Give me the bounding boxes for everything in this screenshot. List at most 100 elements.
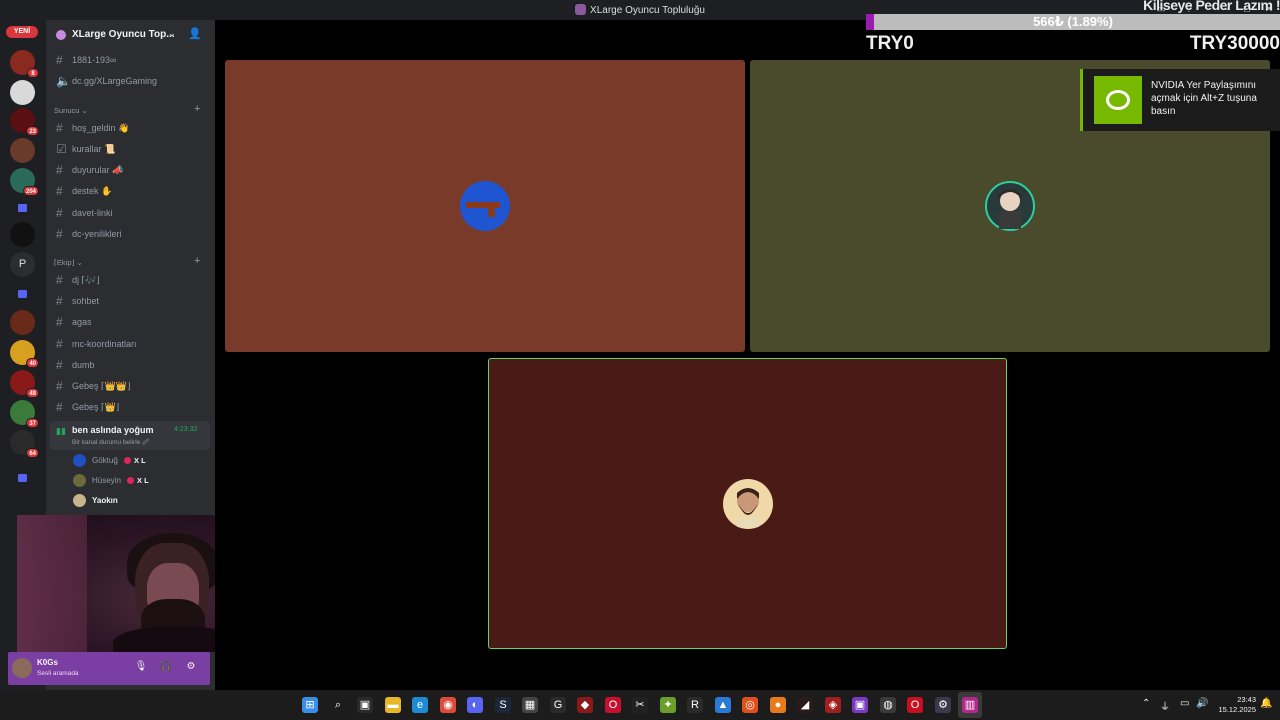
edge-icon[interactable]: e (412, 697, 428, 713)
channel-duyurular[interactable]: # duyurular 📣 (52, 161, 210, 180)
channel-dj[interactable]: # dj ⌈🎶⌋ (52, 271, 210, 290)
channel-davet-linki[interactable]: # davet-linki (52, 204, 210, 223)
clock-time: 23:43 (1237, 695, 1256, 704)
server-icon-server-5[interactable]: 204 (10, 168, 39, 196)
headphone-icon[interactable]: 🎧 (159, 660, 173, 674)
webcam-curtain (17, 515, 87, 652)
category-sunucu[interactable]: Sunucu ⌄ (54, 106, 88, 115)
settings-icon[interactable]: ⚙ (935, 697, 951, 713)
app-red-icon[interactable]: ◆ (577, 697, 593, 713)
firefox-icon[interactable]: ● (770, 697, 786, 713)
notification-icon[interactable]: 🔔 (1260, 698, 1272, 709)
new-badge[interactable]: YENİ (6, 26, 38, 38)
app-blue-icon[interactable]: ▲ (715, 697, 731, 713)
app-shield-icon[interactable]: ◈ (825, 697, 841, 713)
channel-kurallar[interactable]: ☑ kurallar 📜 (52, 140, 210, 159)
settings-gear-icon[interactable]: ⚙ (184, 660, 198, 674)
guild-tag: X L (127, 476, 149, 485)
server-icon-server-10[interactable]: 37 (10, 400, 39, 428)
voice-channel-active[interactable]: ▮▮ ben aslında yoğum 4:23:32 Bir kanal d… (50, 421, 210, 450)
voice-user-yakin[interactable]: Yaokın (73, 492, 209, 508)
app-g-icon[interactable]: G (550, 697, 566, 713)
app-green-icon[interactable]: ✦ (660, 697, 676, 713)
server-icon-server-8[interactable]: 40 (10, 340, 39, 368)
app-active-icon[interactable]: ▥ (962, 697, 978, 713)
channel-hos-geldin[interactable]: # hoş_geldin 👋 (52, 119, 210, 138)
hash-icon: # (56, 273, 63, 287)
voice-user-huseyin[interactable]: Hüseyin X L (73, 472, 209, 488)
chrome-icon[interactable]: ◉ (440, 697, 456, 713)
server-icon-server-9[interactable]: 48 (10, 370, 39, 398)
add-channel-icon[interactable]: + (194, 103, 200, 115)
nvidia-overlay-toast[interactable]: NVIDIA Yer Paylaşımını açmak için Alt+Z … (1080, 69, 1280, 131)
server-header[interactable]: XLarge Oyuncu Top... ⌄ 👤 (46, 20, 215, 50)
user-panel: K0Gs Sesli aramada 🎙 🎧 ⚙ (8, 652, 210, 685)
channel-label: duyurular 📣 (72, 165, 124, 175)
chevron-down-icon[interactable]: ⌄ (168, 28, 176, 39)
file-explorer-icon[interactable]: ▬ (385, 697, 401, 713)
voice-channel-status[interactable]: Bir kanal durumu belirle 🖉 (72, 438, 149, 449)
taskbar-clock[interactable]: 23:43 15.12.2025 (1212, 695, 1256, 715)
server-icon-server-6[interactable] (10, 222, 35, 247)
channel-dc-yenilikleri[interactable]: # dc-yenilikleri (52, 225, 210, 244)
server-icon-server-3[interactable]: 23 (10, 108, 39, 136)
steam-icon[interactable]: S (495, 697, 511, 713)
server-icon-server-4[interactable] (10, 138, 35, 163)
channel-sohbet[interactable]: # sohbet (52, 292, 210, 311)
app-qr-icon[interactable]: ▦ (522, 697, 538, 713)
app-r-icon[interactable]: R (687, 697, 703, 713)
channel-mc-koordinatlari[interactable]: # mc-koordinatları (52, 335, 210, 354)
server-icon-server-p[interactable]: P (10, 252, 35, 277)
channel-label: destek ✋ (72, 186, 113, 196)
app-opera-gx-icon[interactable]: O (907, 697, 923, 713)
guild-tag-text: X L (137, 476, 149, 485)
search-icon[interactable]: ⌕ (330, 697, 346, 713)
channel-1881[interactable]: #1881-193∞ (52, 51, 210, 70)
server-icon-server-11[interactable]: 64 (10, 430, 39, 458)
app-purple-icon[interactable]: ▣ (852, 697, 868, 713)
app-opera-icon[interactable]: O (605, 697, 621, 713)
task-view-icon[interactable]: ▣ (357, 697, 373, 713)
channel-label: kurallar 📜 (72, 144, 116, 154)
voice-channel-name: ben aslında yoğum (72, 425, 154, 435)
invite-icon[interactable]: 👤 (188, 27, 202, 40)
voice-user-name: Yaokın (92, 496, 118, 505)
server-icon-folder-2[interactable] (10, 282, 35, 307)
participant-tile-yakin[interactable] (488, 358, 1007, 649)
server-icon-server-7[interactable] (10, 310, 35, 335)
usb-icon[interactable]: ⏚ (1160, 698, 1170, 713)
volume-icon[interactable]: 🔊 (1196, 698, 1208, 709)
avatar (73, 474, 86, 487)
tray-chevron-icon[interactable]: ⌃ (1142, 698, 1150, 709)
screen: XLarge Oyuncu Topluluğu ▭ ? – □ ✕ YENİ 8… (0, 0, 1280, 720)
user-avatar[interactable] (12, 658, 32, 678)
server-icon-server-2[interactable] (10, 80, 35, 105)
channel-agas[interactable]: # agas (52, 313, 210, 332)
app-orange-icon[interactable]: ◎ (742, 697, 758, 713)
category-ekip[interactable]: ⌈Ekip⌋ ⌄ (54, 258, 83, 267)
discord-icon[interactable]: ◐ (467, 697, 483, 713)
channel-dumb[interactable]: # dumb (52, 356, 210, 375)
server-icon-server-1[interactable]: 8 (10, 50, 39, 78)
server-icon-folder-1[interactable] (10, 196, 35, 221)
microphone-icon[interactable]: 🎙 (134, 660, 148, 674)
user-name[interactable]: K0Gs (37, 658, 58, 667)
start-icon[interactable]: ⊞ (302, 697, 318, 713)
mention-badge: 23 (26, 126, 39, 136)
participant-tile-goktug[interactable] (225, 60, 745, 352)
add-channel-icon[interactable]: + (194, 255, 200, 267)
channel-gebes-1[interactable]: # Gebeş ⌈👑👑⌋ (52, 377, 210, 396)
donation-goal-title: Kiliseye Peder Lazım ! (1143, 0, 1280, 13)
hash-icon: # (56, 184, 63, 198)
voice-user-goktug[interactable]: Göktuğ X L (73, 452, 209, 468)
server-name: XLarge Oyuncu Top... (72, 29, 175, 40)
server-icon-folder-3[interactable] (10, 466, 35, 491)
voice-user-name: Göktuğ (92, 456, 118, 465)
channel-gebes-2[interactable]: # Gebeş ⌈👑⌋ (52, 398, 210, 417)
app-dark-icon[interactable]: ◢ (797, 697, 813, 713)
channel-destek[interactable]: # destek ✋ (52, 182, 210, 201)
app-capcut-icon[interactable]: ✂ (632, 697, 648, 713)
network-icon[interactable]: ▭ (1180, 698, 1189, 709)
channel-invite-link[interactable]: 🔈 dc.gg/XLargeGaming (52, 72, 210, 91)
app-obs-icon[interactable]: ◍ (880, 697, 896, 713)
